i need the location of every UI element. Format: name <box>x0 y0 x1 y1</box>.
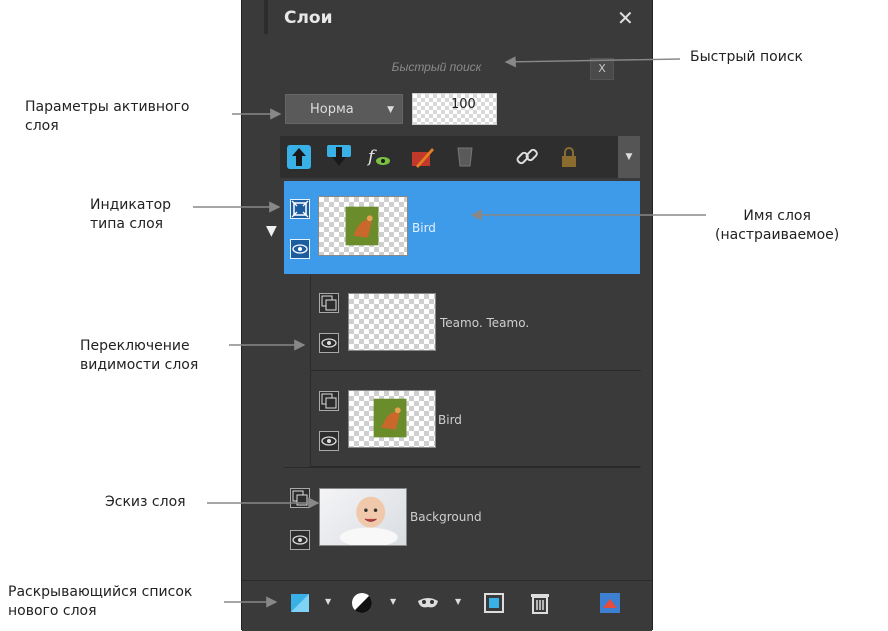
bottom-toolbar: ▼ ▼ ▼ <box>242 580 652 631</box>
callout-layer-name: Имя слоя (настраиваемое) <box>715 208 840 243</box>
fx-visibility-icon[interactable]: f <box>366 144 392 170</box>
layer-type-icon <box>319 293 339 313</box>
opacity-field[interactable]: 100 <box>412 93 497 125</box>
callout-type-indicator: Индикатор типа слоя <box>90 197 172 232</box>
chevron-down-icon: ▼ <box>387 105 394 115</box>
eye-icon[interactable] <box>319 431 339 451</box>
layer-name[interactable]: Teamo. Teamo. <box>440 316 529 330</box>
callout-quick-search: Быстрый поиск <box>690 49 803 65</box>
link-icon[interactable] <box>514 144 540 170</box>
opacity-value: 100 <box>451 97 476 112</box>
callout-active-params: Параметры активного слоя <box>25 99 190 134</box>
layer-toolbar: f ▼ <box>280 136 640 178</box>
layer-row[interactable]: Bird <box>310 371 641 467</box>
eye-icon[interactable] <box>290 239 310 259</box>
move-down-icon[interactable] <box>326 144 352 170</box>
callout-new-layer: Раскрывающийся список нового слоя <box>8 584 193 619</box>
layer-type-icon <box>290 199 310 219</box>
layer-name[interactable]: Background <box>410 510 482 524</box>
layer-type-icon <box>319 391 339 411</box>
layers-panel: Слои ✕ X Норма ▼ 100 f <box>241 0 653 631</box>
callout-thumbnail: Эскиз слоя <box>105 494 186 510</box>
callout-visibility: Переключение видимости слоя <box>80 338 199 373</box>
eye-icon[interactable] <box>290 530 310 550</box>
layer-name[interactable]: Bird <box>438 413 462 427</box>
trash-icon[interactable] <box>528 591 552 615</box>
layer-thumbnail <box>319 488 407 547</box>
group-expand-icon[interactable]: ▼ <box>266 223 277 239</box>
blend-mode-select[interactable]: Норма ▼ <box>285 94 403 124</box>
merge-icon[interactable] <box>598 591 622 615</box>
adjustment-icon[interactable] <box>350 591 374 615</box>
panel-title: Слои <box>284 8 333 28</box>
group-icon[interactable] <box>482 591 506 615</box>
chevron-down-icon[interactable]: ▼ <box>455 597 461 606</box>
move-up-icon[interactable] <box>286 144 312 170</box>
search-input[interactable] <box>282 55 591 79</box>
panel-grip[interactable] <box>264 0 268 34</box>
brush-icon[interactable] <box>410 144 436 170</box>
blend-mode-value: Норма <box>310 102 354 117</box>
layer-row[interactable]: Bird <box>284 181 640 274</box>
toolbar-dropdown-button[interactable]: ▼ <box>618 136 640 178</box>
svg-text:f: f <box>366 147 377 167</box>
chevron-down-icon[interactable]: ▼ <box>325 597 331 606</box>
close-icon[interactable]: ✕ <box>617 6 634 30</box>
layer-thumbnail <box>318 196 408 256</box>
layer-name[interactable]: Bird <box>412 221 436 235</box>
search-clear-button[interactable]: X <box>590 58 614 80</box>
mask-icon[interactable] <box>452 144 478 170</box>
layer-type-icon <box>290 488 310 508</box>
layer-thumbnail <box>348 293 436 351</box>
chevron-down-icon[interactable]: ▼ <box>390 597 396 606</box>
lock-icon[interactable] <box>556 144 582 170</box>
layer-thumbnail <box>348 390 436 448</box>
layer-row[interactable]: Background <box>284 467 640 565</box>
mask-icon[interactable] <box>416 591 440 615</box>
eye-icon[interactable] <box>319 333 339 353</box>
new-layer-icon[interactable] <box>288 591 312 615</box>
layer-row[interactable]: Teamo. Teamo. <box>310 275 641 371</box>
